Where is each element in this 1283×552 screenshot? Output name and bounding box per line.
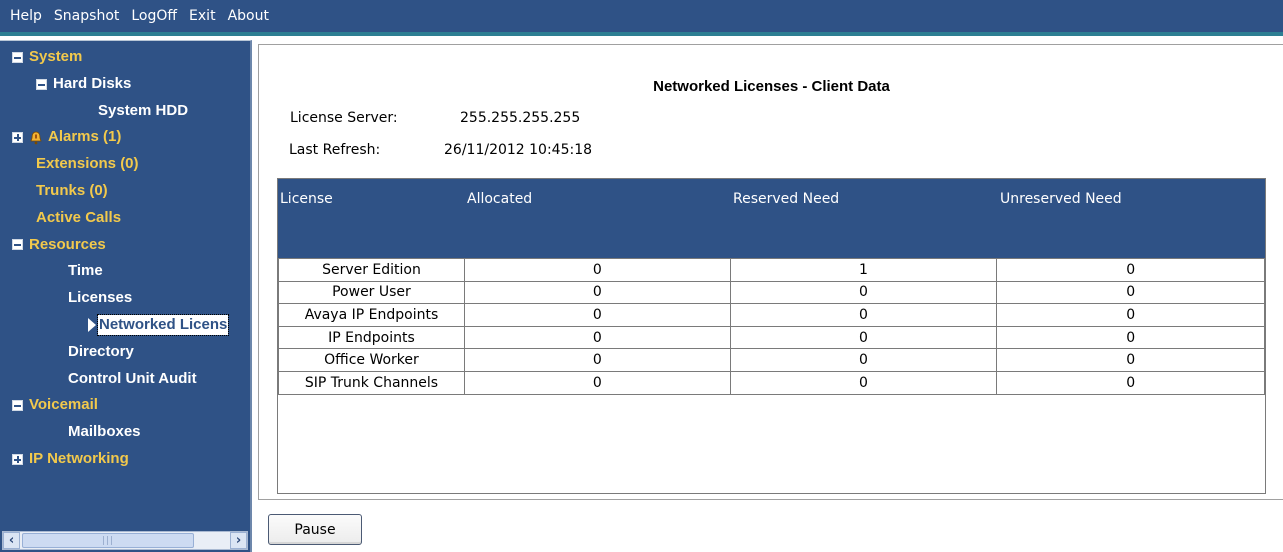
cell-reserved-need: 0 — [729, 303, 998, 327]
menu-help[interactable]: Help — [4, 0, 48, 32]
cell-allocated: 0 — [463, 258, 731, 282]
table-header: License Allocated Reserved Need Unreserv… — [278, 179, 1265, 258]
tree-item-label: System — [29, 48, 83, 65]
tree-item-voicemail[interactable]: Voicemail — [0, 392, 250, 419]
tree-item-networked-licenses[interactable]: Networked Licens — [0, 312, 250, 339]
cell-allocated: 0 — [463, 325, 731, 350]
cell-reserved-need: 0 — [729, 370, 998, 395]
selected-arrow-icon — [88, 318, 96, 333]
panel-title: Networked Licenses - Client Data — [653, 78, 890, 95]
tree-item-label: Hard Disks — [53, 74, 132, 92]
collapse-icon[interactable] — [12, 400, 23, 412]
tree-item-label: Alarms (1) — [48, 128, 122, 146]
cell-reserved-need: 0 — [729, 280, 998, 305]
tree-item-label: Resources — [29, 235, 106, 253]
tree-item-alarms[interactable]: Alarms (1) — [0, 124, 250, 151]
tree-item-ip-networking[interactable]: IP Networking — [0, 446, 250, 473]
client-data-panel: Networked Licenses - Client Data License… — [258, 44, 1283, 500]
scroll-left-icon[interactable]: ‹ — [3, 532, 20, 549]
cell-unreserved-need: 0 — [996, 280, 1265, 305]
table-body: Server Edition 0 1 0 Power User 0 0 0 Av… — [278, 258, 1265, 395]
navigation-tree: System Hard Disks System HDD Alarms (1) … — [0, 41, 250, 529]
collapse-icon[interactable] — [36, 78, 47, 90]
tree-item-directory[interactable]: Directory — [0, 339, 250, 366]
pause-button[interactable]: Pause — [268, 514, 362, 545]
collapse-icon[interactable] — [12, 239, 23, 251]
table-row[interactable]: Server Edition 0 1 0 — [278, 258, 1265, 282]
tree-item-extensions[interactable]: Extensions (0) — [0, 151, 250, 178]
menu-snapshot[interactable]: Snapshot — [48, 0, 125, 32]
cell-allocated: 0 — [463, 370, 731, 395]
column-header-unreserved-need[interactable]: Unreserved Need — [1000, 191, 1122, 207]
tree-item-label: Trunks (0) — [36, 181, 108, 199]
column-header-reserved-need[interactable]: Reserved Need — [733, 191, 839, 207]
tree-item-trunks[interactable]: Trunks (0) — [0, 178, 250, 205]
cell-license: IP Endpoints — [278, 325, 465, 350]
cell-unreserved-need: 0 — [996, 348, 1265, 372]
cell-allocated: 0 — [463, 280, 731, 305]
cell-reserved-need: 0 — [729, 348, 998, 372]
cell-unreserved-need: 0 — [996, 258, 1265, 282]
license-server-value: 255.255.255.255 — [460, 110, 581, 126]
tree-item-time[interactable]: Time — [0, 258, 250, 285]
cell-reserved-need: 0 — [729, 325, 998, 350]
tree-item-label: Mailboxes — [68, 423, 141, 441]
last-refresh-label: Last Refresh: — [289, 142, 381, 158]
cell-license: Office Worker — [278, 348, 465, 372]
expand-icon[interactable] — [12, 453, 23, 465]
scroll-right-icon[interactable]: › — [230, 532, 247, 549]
tree-item-label: Directory — [68, 342, 134, 360]
cell-allocated: 0 — [463, 348, 731, 372]
menu-about[interactable]: About — [222, 0, 275, 32]
tree-item-label: Networked Licens — [96, 314, 230, 337]
menu-exit[interactable]: Exit — [183, 0, 222, 32]
column-header-allocated[interactable]: Allocated — [467, 191, 532, 207]
alarm-bell-icon — [30, 131, 42, 145]
expand-icon[interactable] — [12, 132, 23, 144]
tree-item-label: Active Calls — [36, 208, 122, 226]
menu-logoff[interactable]: LogOff — [125, 0, 183, 32]
tree-item-label: Licenses — [68, 289, 133, 307]
tree-item-label: System HDD — [98, 101, 189, 119]
horizontal-scrollbar[interactable]: ‹ ||| › — [2, 531, 248, 550]
cell-license: Avaya IP Endpoints — [278, 303, 465, 327]
cell-allocated: 0 — [463, 303, 731, 327]
cell-reserved-need: 1 — [729, 258, 998, 282]
tree-item-control-unit-audit[interactable]: Control Unit Audit — [0, 366, 250, 393]
tree-item-resources[interactable]: Resources — [0, 232, 250, 259]
tree-item-system-hdd[interactable]: System HDD — [0, 98, 250, 125]
table-row[interactable]: Power User 0 0 0 — [278, 280, 1265, 305]
scrollbar-thumb[interactable]: ||| — [22, 533, 194, 548]
navigation-sidebar: System Hard Disks System HDD Alarms (1) … — [0, 40, 252, 552]
cell-unreserved-need: 0 — [996, 325, 1265, 350]
tree-item-label: Time — [68, 262, 103, 280]
tree-item-active-calls[interactable]: Active Calls — [0, 205, 250, 232]
license-server-label: License Server: — [290, 110, 398, 126]
scrollbar-track[interactable]: ||| — [20, 532, 230, 549]
table-row[interactable]: IP Endpoints 0 0 0 — [278, 325, 1265, 350]
cell-license: Power User — [278, 280, 465, 305]
cell-license: SIP Trunk Channels — [278, 370, 465, 395]
last-refresh-value: 26/11/2012 10:45:18 — [444, 142, 593, 158]
tree-item-label: IP Networking — [29, 449, 129, 467]
tree-item-label: Voicemail — [29, 396, 98, 414]
cell-unreserved-need: 0 — [996, 303, 1265, 327]
tree-item-hard-disks[interactable]: Hard Disks — [0, 71, 250, 98]
tree-item-label: Control Unit Audit — [68, 369, 197, 387]
menu-bar: Help Snapshot LogOff Exit About — [0, 0, 1283, 36]
table-row[interactable]: Avaya IP Endpoints 0 0 0 — [278, 303, 1265, 327]
licenses-table: License Allocated Reserved Need Unreserv… — [277, 178, 1266, 494]
cell-unreserved-need: 0 — [996, 370, 1265, 395]
tree-item-licenses[interactable]: Licenses — [0, 285, 250, 312]
tree-item-mailboxes[interactable]: Mailboxes — [0, 419, 250, 446]
table-row[interactable]: Office Worker 0 0 0 — [278, 348, 1265, 372]
tree-item-label: Extensions (0) — [36, 155, 139, 173]
column-header-license[interactable]: License — [280, 191, 333, 207]
cell-license: Server Edition — [278, 258, 465, 282]
collapse-icon[interactable] — [12, 51, 23, 63]
tree-item-system[interactable]: System — [0, 44, 250, 71]
table-row[interactable]: SIP Trunk Channels 0 0 0 — [278, 370, 1265, 395]
